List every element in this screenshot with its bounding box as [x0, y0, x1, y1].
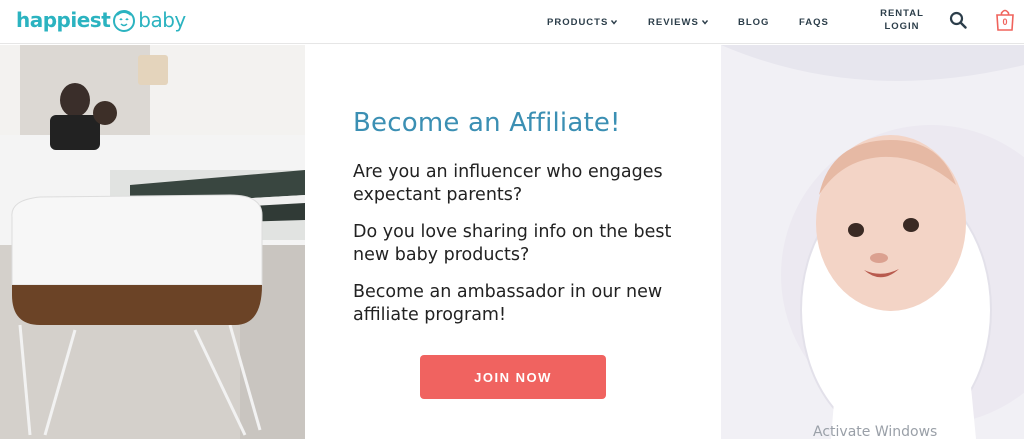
logo-text-happiest: happiest: [16, 8, 111, 32]
nav-faqs-label: FAQS: [799, 16, 829, 28]
page-title: Become an Affiliate!: [353, 108, 621, 139]
cart-button[interactable]: 0: [994, 8, 1016, 32]
site-logo[interactable]: happiest baby: [16, 5, 186, 35]
nav-products[interactable]: PRODUCTS: [547, 0, 618, 44]
nav-rental-login[interactable]: RENTAL LOGIN: [873, 7, 931, 33]
logo-text-baby: baby: [138, 8, 186, 32]
join-now-button[interactable]: JOIN NOW: [420, 355, 606, 399]
rental-login-line2: LOGIN: [884, 21, 920, 32]
search-icon[interactable]: [949, 11, 967, 29]
activate-windows-watermark: Activate Windows: [813, 424, 938, 440]
nav-faqs[interactable]: FAQS: [799, 0, 829, 44]
nav-blog-label: BLOG: [738, 16, 770, 28]
site-header: happiest baby PRODUCTS REVIEWS BLOG FAQS…: [0, 0, 1024, 44]
smiling-baby-image: [721, 45, 1024, 439]
chevron-down-icon: [701, 20, 708, 25]
rental-login-line1: RENTAL: [880, 8, 924, 19]
bedroom-bassinet-image: [0, 45, 305, 439]
nav-reviews-label: REVIEWS: [648, 16, 699, 28]
baby-face-icon: [113, 10, 136, 32]
hero-photo-baby: [721, 45, 1024, 439]
promo-text-influencer: Are you an influencer who engages expect…: [353, 161, 663, 205]
nav-reviews[interactable]: REVIEWS: [648, 0, 708, 44]
promo-text-ambassador: Become an ambassador in our new affiliat…: [353, 281, 663, 325]
cart-count: 0: [1002, 17, 1008, 27]
affiliate-promo: Become an Affiliate! Are you an influenc…: [305, 45, 721, 439]
hero-photo-bassinet: [0, 45, 305, 439]
nav-products-label: PRODUCTS: [547, 16, 609, 28]
nav-blog[interactable]: BLOG: [738, 0, 769, 44]
chevron-down-icon: [611, 20, 618, 25]
promo-text-sharing: Do you love sharing info on the best new…: [353, 221, 672, 265]
